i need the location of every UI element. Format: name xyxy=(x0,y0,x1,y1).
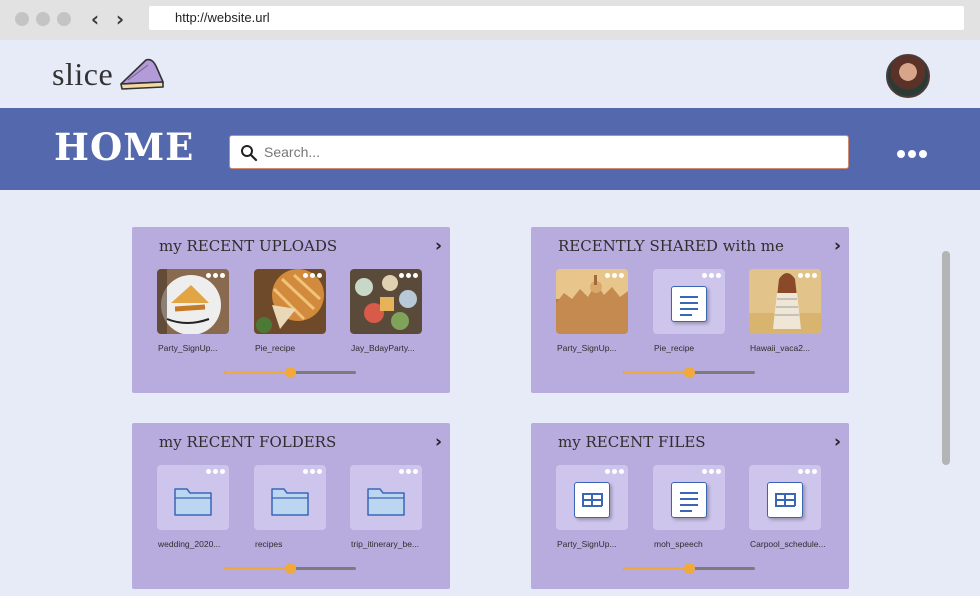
slider-handle[interactable] xyxy=(684,563,695,574)
more-dots-icon[interactable] xyxy=(702,469,721,474)
file-label: Hawaii_vaca2... xyxy=(750,343,811,353)
more-dots-icon[interactable] xyxy=(605,469,624,474)
search-icon xyxy=(241,145,258,162)
slider-fill xyxy=(623,567,689,570)
more-dots-icon[interactable] xyxy=(206,469,225,474)
file-tile[interactable] xyxy=(350,465,422,530)
more-dots-icon[interactable] xyxy=(399,469,418,474)
search-input[interactable] xyxy=(264,136,834,168)
file-label: wedding_2020... xyxy=(158,539,221,549)
file-tile[interactable] xyxy=(157,269,229,334)
pie-slice-icon xyxy=(120,58,164,90)
file-label: Party_SignUp... xyxy=(557,343,617,353)
file-tile[interactable] xyxy=(653,269,725,334)
more-dots-icon[interactable] xyxy=(798,469,817,474)
home-banner: HOME xyxy=(0,108,980,190)
card-recent-uploads: my RECENT UPLOADS › Party_SignUp... Pie_r… xyxy=(132,227,450,393)
app-logo[interactable]: slice xyxy=(52,56,113,93)
photo-thumbnail xyxy=(157,269,229,334)
chevron-right-icon[interactable]: › xyxy=(834,236,841,256)
window-minimize-dot[interactable] xyxy=(36,12,50,26)
window-close-dot[interactable] xyxy=(15,12,29,26)
card-title: my RECENT FOLDERS xyxy=(159,433,337,451)
carousel-slider[interactable] xyxy=(224,563,356,574)
carousel-slider[interactable] xyxy=(623,367,755,378)
search-box[interactable] xyxy=(229,135,849,169)
card-title: my RECENT FILES xyxy=(558,433,706,451)
file-tile[interactable] xyxy=(254,269,326,334)
more-dots-icon[interactable] xyxy=(399,273,418,278)
carousel-slider[interactable] xyxy=(224,367,356,378)
file-tile[interactable] xyxy=(653,465,725,530)
file-label: Jay_BdayParty... xyxy=(351,343,415,353)
card-recently-shared: RECENTLY SHARED with me › Party_SignUp..… xyxy=(531,227,849,393)
carousel-slider[interactable] xyxy=(623,563,755,574)
photo-thumbnail xyxy=(749,269,821,334)
more-dots-icon[interactable] xyxy=(702,273,721,278)
file-tile[interactable] xyxy=(556,465,628,530)
photo-thumbnail xyxy=(254,269,326,334)
folder-icon xyxy=(367,488,405,516)
file-tile[interactable] xyxy=(749,269,821,334)
file-label: Party_SignUp... xyxy=(158,343,218,353)
window-maximize-dot[interactable] xyxy=(57,12,71,26)
address-bar[interactable]: http://website.url xyxy=(149,6,964,30)
file-label: Party_SignUp... xyxy=(557,539,617,549)
slider-handle[interactable] xyxy=(285,563,296,574)
page-title: HOME xyxy=(54,125,195,169)
chevron-right-icon[interactable]: › xyxy=(834,432,841,452)
file-label: Pie_recipe xyxy=(654,343,695,353)
file-label: trip_itinerary_be... xyxy=(351,539,420,549)
slider-fill xyxy=(224,567,290,570)
folder-icon xyxy=(174,488,212,516)
scrollbar-thumb[interactable] xyxy=(942,251,950,465)
chevron-right-icon[interactable]: › xyxy=(435,236,442,256)
card-recent-files: my RECENT FILES › Party_SignUp... moh_spe… xyxy=(531,423,849,589)
card-title: RECENTLY SHARED with me xyxy=(558,237,784,255)
card-title: my RECENT UPLOADS xyxy=(159,237,338,255)
slider-fill xyxy=(623,371,689,374)
spreadsheet-icon xyxy=(767,482,803,518)
browser-chrome: ‹ › http://website.url xyxy=(0,0,980,40)
slider-handle[interactable] xyxy=(285,367,296,378)
file-label: moh_speech xyxy=(654,539,703,549)
file-tile[interactable] xyxy=(254,465,326,530)
user-avatar[interactable] xyxy=(886,54,930,98)
back-icon[interactable]: ‹ xyxy=(86,9,104,29)
chevron-right-icon[interactable]: › xyxy=(435,432,442,452)
photo-thumbnail xyxy=(350,269,422,334)
more-dots-icon[interactable] xyxy=(303,469,322,474)
file-tile[interactable] xyxy=(157,465,229,530)
file-label: recipes xyxy=(255,539,283,549)
app-header: slice xyxy=(0,40,980,108)
file-label: Carpool_schedule... xyxy=(750,539,826,549)
folder-icon xyxy=(271,488,309,516)
photo-thumbnail xyxy=(556,269,628,334)
card-recent-folders: my RECENT FOLDERS › wedding_2020... recip… xyxy=(132,423,450,589)
document-icon xyxy=(671,286,707,322)
slider-handle[interactable] xyxy=(684,367,695,378)
file-tile[interactable] xyxy=(749,465,821,530)
spreadsheet-icon xyxy=(574,482,610,518)
document-icon xyxy=(671,482,707,518)
more-dots-icon[interactable] xyxy=(206,273,225,278)
file-label: Pie_recipe xyxy=(255,343,296,353)
slider-fill xyxy=(224,371,290,374)
more-dots-icon[interactable] xyxy=(605,273,624,278)
url-text: http://website.url xyxy=(175,10,270,25)
forward-icon[interactable]: › xyxy=(111,9,129,29)
more-dots-icon[interactable] xyxy=(798,273,817,278)
more-dots-icon[interactable] xyxy=(897,150,927,162)
more-dots-icon[interactable] xyxy=(303,273,322,278)
file-tile[interactable] xyxy=(556,269,628,334)
file-tile[interactable] xyxy=(350,269,422,334)
